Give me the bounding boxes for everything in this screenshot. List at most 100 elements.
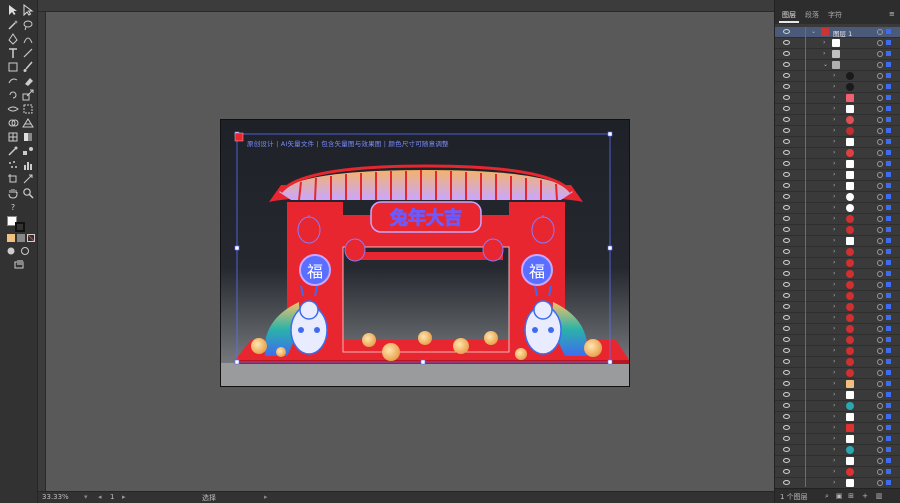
visibility-eye-icon[interactable]	[783, 95, 790, 100]
lasso-tool-icon[interactable]	[21, 18, 35, 32]
expand-chevron-icon[interactable]: ›	[833, 95, 839, 101]
expand-chevron-icon[interactable]: ›	[833, 370, 839, 376]
visibility-eye-icon[interactable]	[783, 128, 790, 133]
selection-indicator[interactable]	[886, 315, 891, 320]
layer-row[interactable]: ›	[775, 181, 900, 192]
selection-indicator[interactable]	[886, 95, 891, 100]
expand-chevron-icon[interactable]: ›	[833, 337, 839, 343]
document-canvas[interactable]: 兔年大吉 福 福 原创设计 | AI矢量文件 | 包含矢量图与效果图 | 颜色尺…	[46, 12, 774, 491]
layer-row[interactable]: ›	[775, 49, 900, 60]
selection-indicator[interactable]	[886, 29, 891, 34]
artboard-tool-icon[interactable]	[6, 172, 20, 186]
expand-chevron-icon[interactable]: ›	[833, 161, 839, 167]
layer-row[interactable]: ›	[775, 148, 900, 159]
expand-chevron-icon[interactable]: ›	[823, 51, 829, 57]
layer-row[interactable]: ›	[775, 467, 900, 478]
selection-indicator[interactable]	[886, 194, 891, 199]
visibility-eye-icon[interactable]	[783, 238, 790, 243]
target-circle-icon[interactable]	[877, 447, 883, 453]
target-circle-icon[interactable]	[877, 337, 883, 343]
delete-layer-icon[interactable]: ▥	[875, 492, 883, 500]
help-icon[interactable]: ?	[6, 201, 20, 215]
visibility-eye-icon[interactable]	[783, 29, 790, 34]
zoom-tool-icon[interactable]	[21, 186, 35, 200]
selection-indicator[interactable]	[886, 40, 891, 45]
expand-chevron-icon[interactable]: ›	[833, 216, 839, 222]
width-tool-icon[interactable]	[6, 102, 20, 116]
shape-builder-tool-icon[interactable]	[6, 116, 20, 130]
expand-chevron-icon[interactable]: ›	[833, 183, 839, 189]
selection-indicator[interactable]	[886, 84, 891, 89]
target-circle-icon[interactable]	[877, 370, 883, 376]
visibility-eye-icon[interactable]	[783, 106, 790, 111]
target-circle-icon[interactable]	[877, 315, 883, 321]
selection-indicator[interactable]	[886, 293, 891, 298]
target-circle-icon[interactable]	[877, 403, 883, 409]
expand-chevron-icon[interactable]: ⌄	[823, 62, 829, 68]
layer-row[interactable]: ›	[775, 104, 900, 115]
visibility-eye-icon[interactable]	[783, 161, 790, 166]
target-circle-icon[interactable]	[877, 183, 883, 189]
visibility-eye-icon[interactable]	[783, 337, 790, 342]
selection-indicator[interactable]	[886, 348, 891, 353]
expand-chevron-icon[interactable]: ›	[833, 469, 839, 475]
layer-row[interactable]: ›	[775, 115, 900, 126]
scale-tool-icon[interactable]	[21, 88, 35, 102]
visibility-eye-icon[interactable]	[783, 73, 790, 78]
selection-indicator[interactable]	[886, 271, 891, 276]
visibility-eye-icon[interactable]	[783, 469, 790, 474]
selection-indicator[interactable]	[886, 216, 891, 221]
layer-row[interactable]: ›	[775, 401, 900, 412]
layer-row[interactable]: ›	[775, 368, 900, 379]
target-circle-icon[interactable]	[877, 51, 883, 57]
selection-indicator[interactable]	[886, 51, 891, 56]
visibility-eye-icon[interactable]	[783, 227, 790, 232]
target-circle-icon[interactable]	[877, 381, 883, 387]
selection-indicator[interactable]	[886, 403, 891, 408]
target-circle-icon[interactable]	[877, 117, 883, 123]
expand-chevron-icon[interactable]: ⌄	[811, 29, 817, 35]
expand-chevron-icon[interactable]: ›	[833, 139, 839, 145]
expand-chevron-icon[interactable]: ›	[833, 480, 839, 486]
target-circle-icon[interactable]	[877, 216, 883, 222]
target-circle-icon[interactable]	[877, 359, 883, 365]
selection-indicator[interactable]	[886, 117, 891, 122]
eyedropper-tool-icon[interactable]	[6, 144, 20, 158]
expand-chevron-icon[interactable]: ›	[833, 205, 839, 211]
expand-chevron-icon[interactable]: ›	[833, 73, 839, 79]
draw-behind-icon[interactable]	[18, 244, 32, 258]
visibility-eye-icon[interactable]	[783, 392, 790, 397]
target-circle-icon[interactable]	[877, 348, 883, 354]
visibility-eye-icon[interactable]	[783, 414, 790, 419]
layer-row[interactable]: ›	[775, 258, 900, 269]
zoom-level[interactable]: 33.33%	[42, 493, 69, 501]
zoom-dropdown-icon[interactable]: ▾	[84, 493, 88, 501]
expand-chevron-icon[interactable]: ›	[833, 458, 839, 464]
free-transform-tool-icon[interactable]	[21, 102, 35, 116]
layer-row[interactable]: ›	[775, 280, 900, 291]
target-circle-icon[interactable]	[877, 304, 883, 310]
selection-indicator[interactable]	[886, 370, 891, 375]
selection-indicator[interactable]	[886, 260, 891, 265]
target-circle-icon[interactable]	[877, 106, 883, 112]
layer-row[interactable]: ›	[775, 137, 900, 148]
layer-row[interactable]: ›	[775, 214, 900, 225]
target-circle-icon[interactable]	[877, 62, 883, 68]
visibility-eye-icon[interactable]	[783, 403, 790, 408]
layer-row[interactable]: ›	[775, 192, 900, 203]
visibility-eye-icon[interactable]	[783, 260, 790, 265]
target-circle-icon[interactable]	[877, 293, 883, 299]
target-circle-icon[interactable]	[877, 29, 883, 35]
expand-chevron-icon[interactable]: ›	[833, 436, 839, 442]
visibility-eye-icon[interactable]	[783, 425, 790, 430]
visibility-eye-icon[interactable]	[783, 271, 790, 276]
target-circle-icon[interactable]	[877, 139, 883, 145]
direct-selection-tool-icon[interactable]	[21, 3, 35, 17]
target-circle-icon[interactable]	[877, 40, 883, 46]
selection-indicator[interactable]	[886, 128, 891, 133]
visibility-eye-icon[interactable]	[783, 370, 790, 375]
visibility-eye-icon[interactable]	[783, 117, 790, 122]
layer-row[interactable]: ›	[775, 126, 900, 137]
target-circle-icon[interactable]	[877, 150, 883, 156]
tab-paragraph[interactable]: 段落	[805, 10, 819, 20]
